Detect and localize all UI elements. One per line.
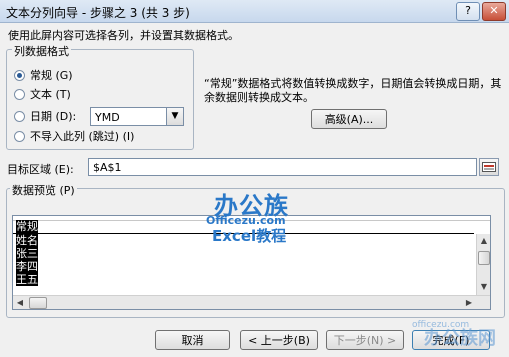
preview-label: 数据预览 (P) <box>10 182 77 198</box>
radio-general-label: 常规 (G) <box>30 69 73 82</box>
close-button[interactable]: ✕ <box>482 2 506 21</box>
radio-text[interactable]: 文本 (T) <box>14 86 71 102</box>
help-button[interactable]: ? <box>456 2 480 21</box>
target-label: 目标区域 (E): <box>7 163 74 176</box>
chevron-down-icon[interactable]: ▼ <box>166 108 183 125</box>
back-button[interactable]: < 上一步(B) <box>240 330 318 350</box>
radio-skip-label: 不导入此列 (跳过) (I) <box>30 130 135 143</box>
preview-horizontal-scrollbar[interactable]: ◀ ▶ <box>13 295 490 309</box>
radio-selected-icon[interactable] <box>14 69 25 81</box>
radio-general[interactable]: 常规 (G) <box>14 67 73 83</box>
preview-row: 张三 <box>16 247 38 260</box>
range-collapse-button[interactable] <box>479 158 499 176</box>
instruction-text: 使用此屏内容可选择各列，并设置其数据格式。 <box>8 29 239 42</box>
preview-cell: 姓名 <box>16 234 38 247</box>
cancel-button[interactable]: 取消 <box>155 330 230 350</box>
scroll-thumb[interactable] <box>29 297 47 309</box>
format-description: “常规”数据格式将数值转换成数字，日期值会转换成日期，其余数据则转换成文本。 <box>204 77 502 104</box>
scroll-up-icon[interactable]: ▲ <box>477 234 490 248</box>
preview-cell: 张三 <box>16 247 38 260</box>
scroll-right-icon[interactable]: ▶ <box>462 296 476 309</box>
date-format-select[interactable]: YMD ▼ <box>90 107 184 126</box>
radio-text-label: 文本 (T) <box>30 88 71 101</box>
radio-skip[interactable]: 不导入此列 (跳过) (I) <box>14 128 134 144</box>
next-button[interactable]: 下一步(N) > <box>326 330 404 350</box>
preview-row: 王五 <box>16 273 38 286</box>
window-title: 文本分列向导 - 步骤之 3 (共 3 步) <box>6 6 190 20</box>
target-value: $A$1 <box>93 161 122 174</box>
radio-date-label: 日期 (D): <box>30 110 77 123</box>
preview-row: 李四 <box>16 260 38 273</box>
radio-icon[interactable] <box>14 110 25 122</box>
radio-icon[interactable] <box>14 88 25 100</box>
scroll-thumb[interactable] <box>478 251 490 265</box>
watermark-corner-brand: 办公族网 <box>424 328 496 349</box>
scroll-down-icon[interactable]: ▼ <box>477 280 490 294</box>
preview-column-header[interactable]: 常规 <box>16 220 38 233</box>
preview-vertical-scrollbar[interactable]: ▲ ▼ <box>476 234 490 296</box>
preview-cell: 王五 <box>16 273 38 286</box>
preview-row: 姓名 <box>16 234 38 247</box>
column-format-title: 列数据格式 <box>12 43 71 59</box>
watermark-excel: Excel教程 <box>212 227 287 245</box>
range-select-icon <box>482 162 496 172</box>
preview-cell: 李四 <box>16 260 38 273</box>
radio-date[interactable]: 日期 (D): <box>14 108 76 124</box>
radio-icon[interactable] <box>14 130 25 142</box>
advanced-button[interactable]: 高级(A)... <box>311 109 387 129</box>
date-format-value: YMD <box>95 111 120 124</box>
scroll-left-icon[interactable]: ◀ <box>13 296 27 309</box>
target-input[interactable]: $A$1 <box>88 158 477 176</box>
title-bar: 文本分列向导 - 步骤之 3 (共 3 步) ? ✕ <box>0 0 509 23</box>
